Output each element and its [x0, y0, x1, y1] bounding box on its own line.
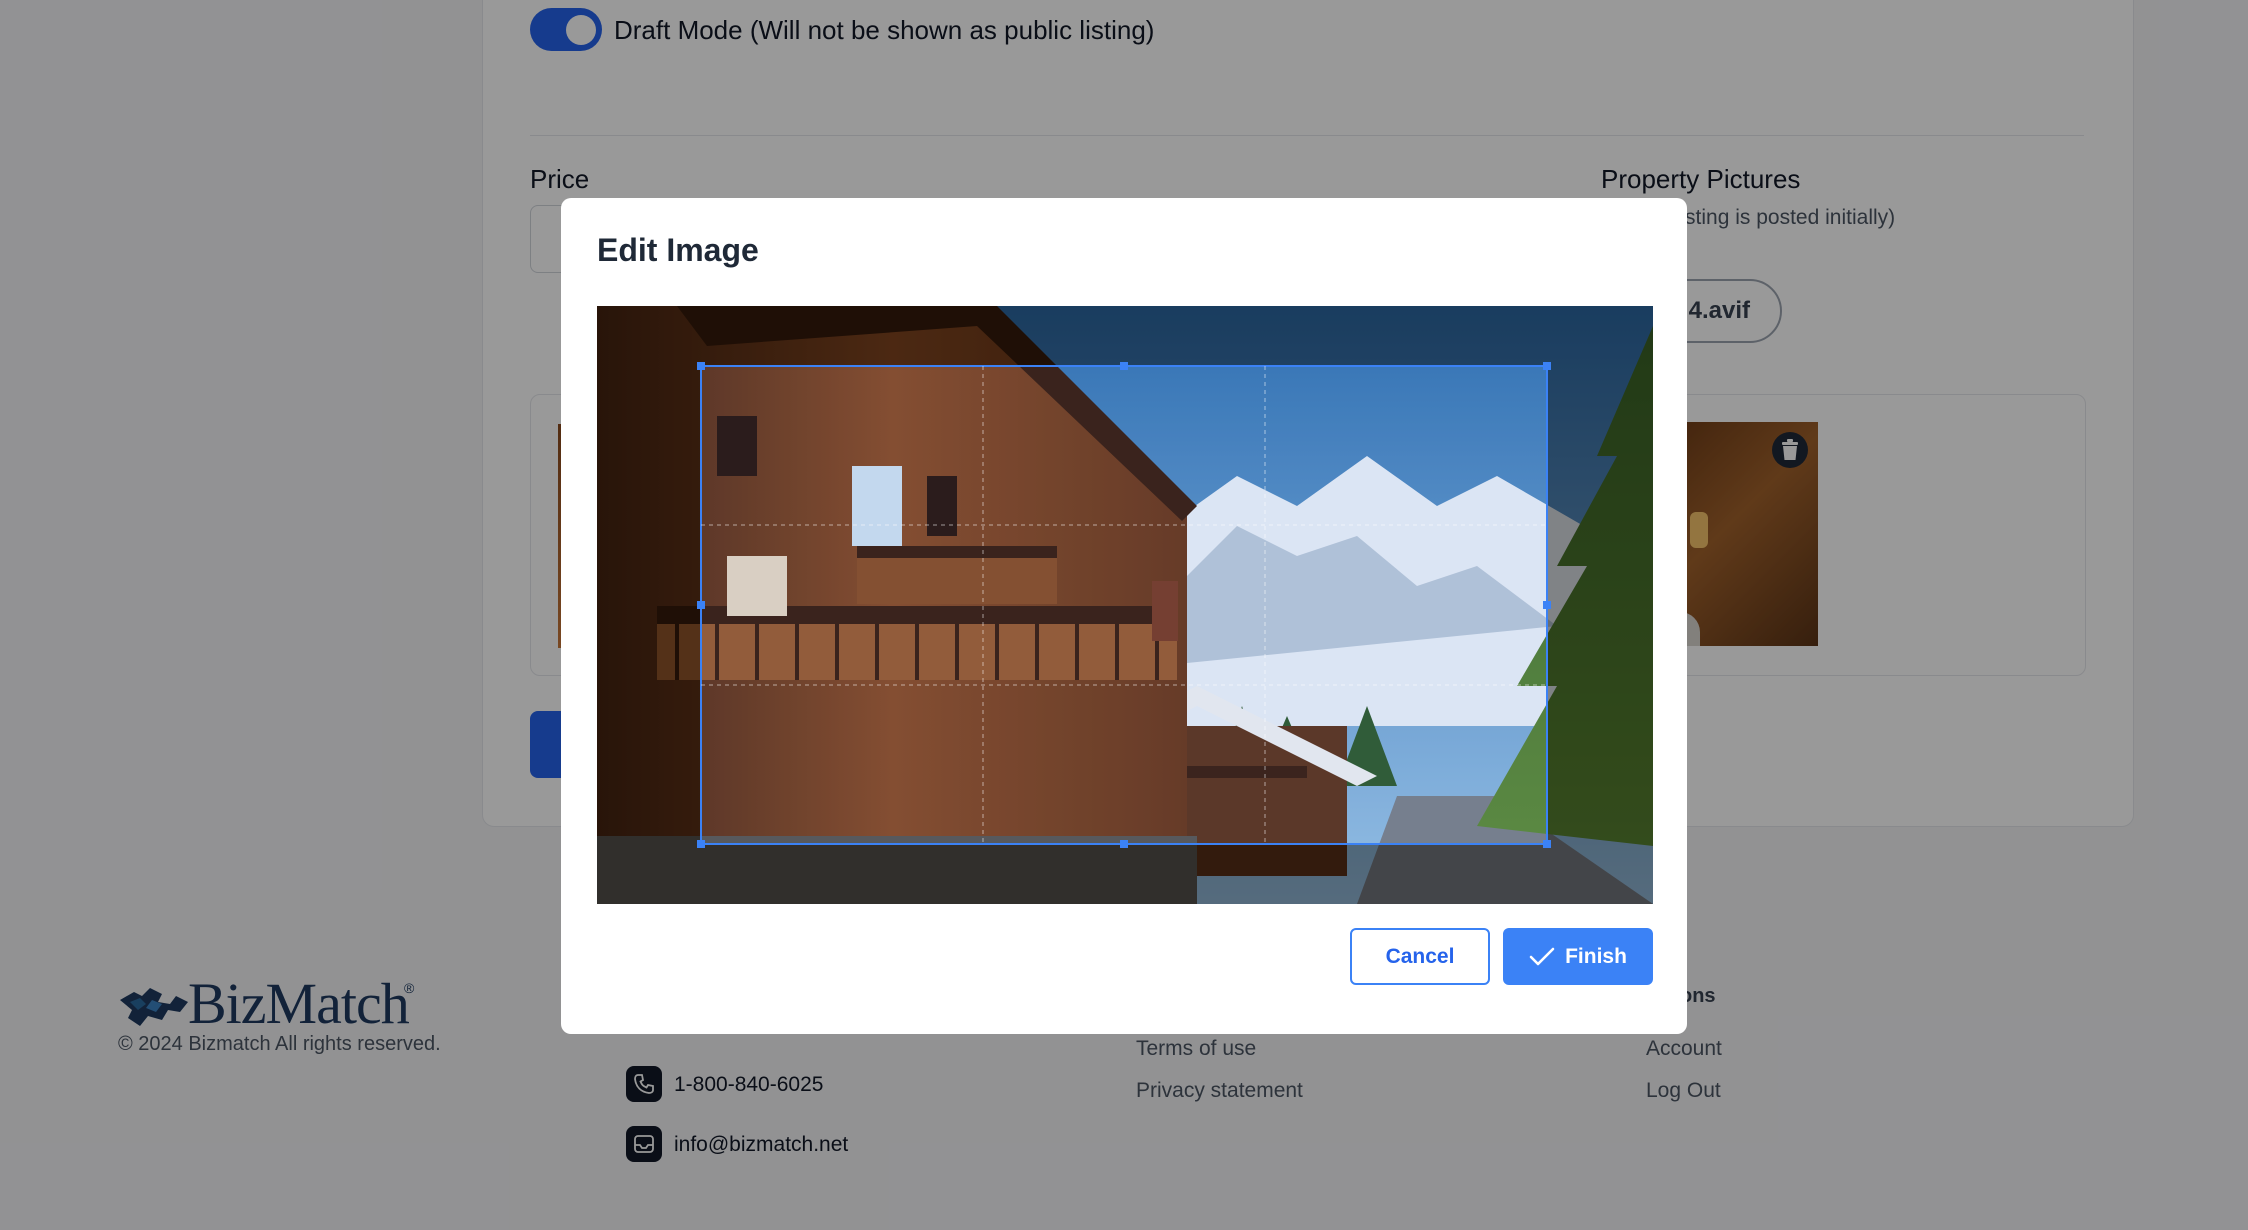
- chalet-photo: [597, 306, 1653, 904]
- edit-image-dialog: Edit Image Cancel Finish: [561, 198, 1687, 1034]
- dialog-title: Edit Image: [597, 232, 759, 268]
- checkmark-icon: [1529, 947, 1555, 965]
- image-cropper[interactable]: [597, 306, 1653, 904]
- finish-button-label: Finish: [1565, 944, 1627, 968]
- cancel-button[interactable]: Cancel: [1350, 928, 1490, 985]
- finish-button[interactable]: Finish: [1503, 928, 1653, 985]
